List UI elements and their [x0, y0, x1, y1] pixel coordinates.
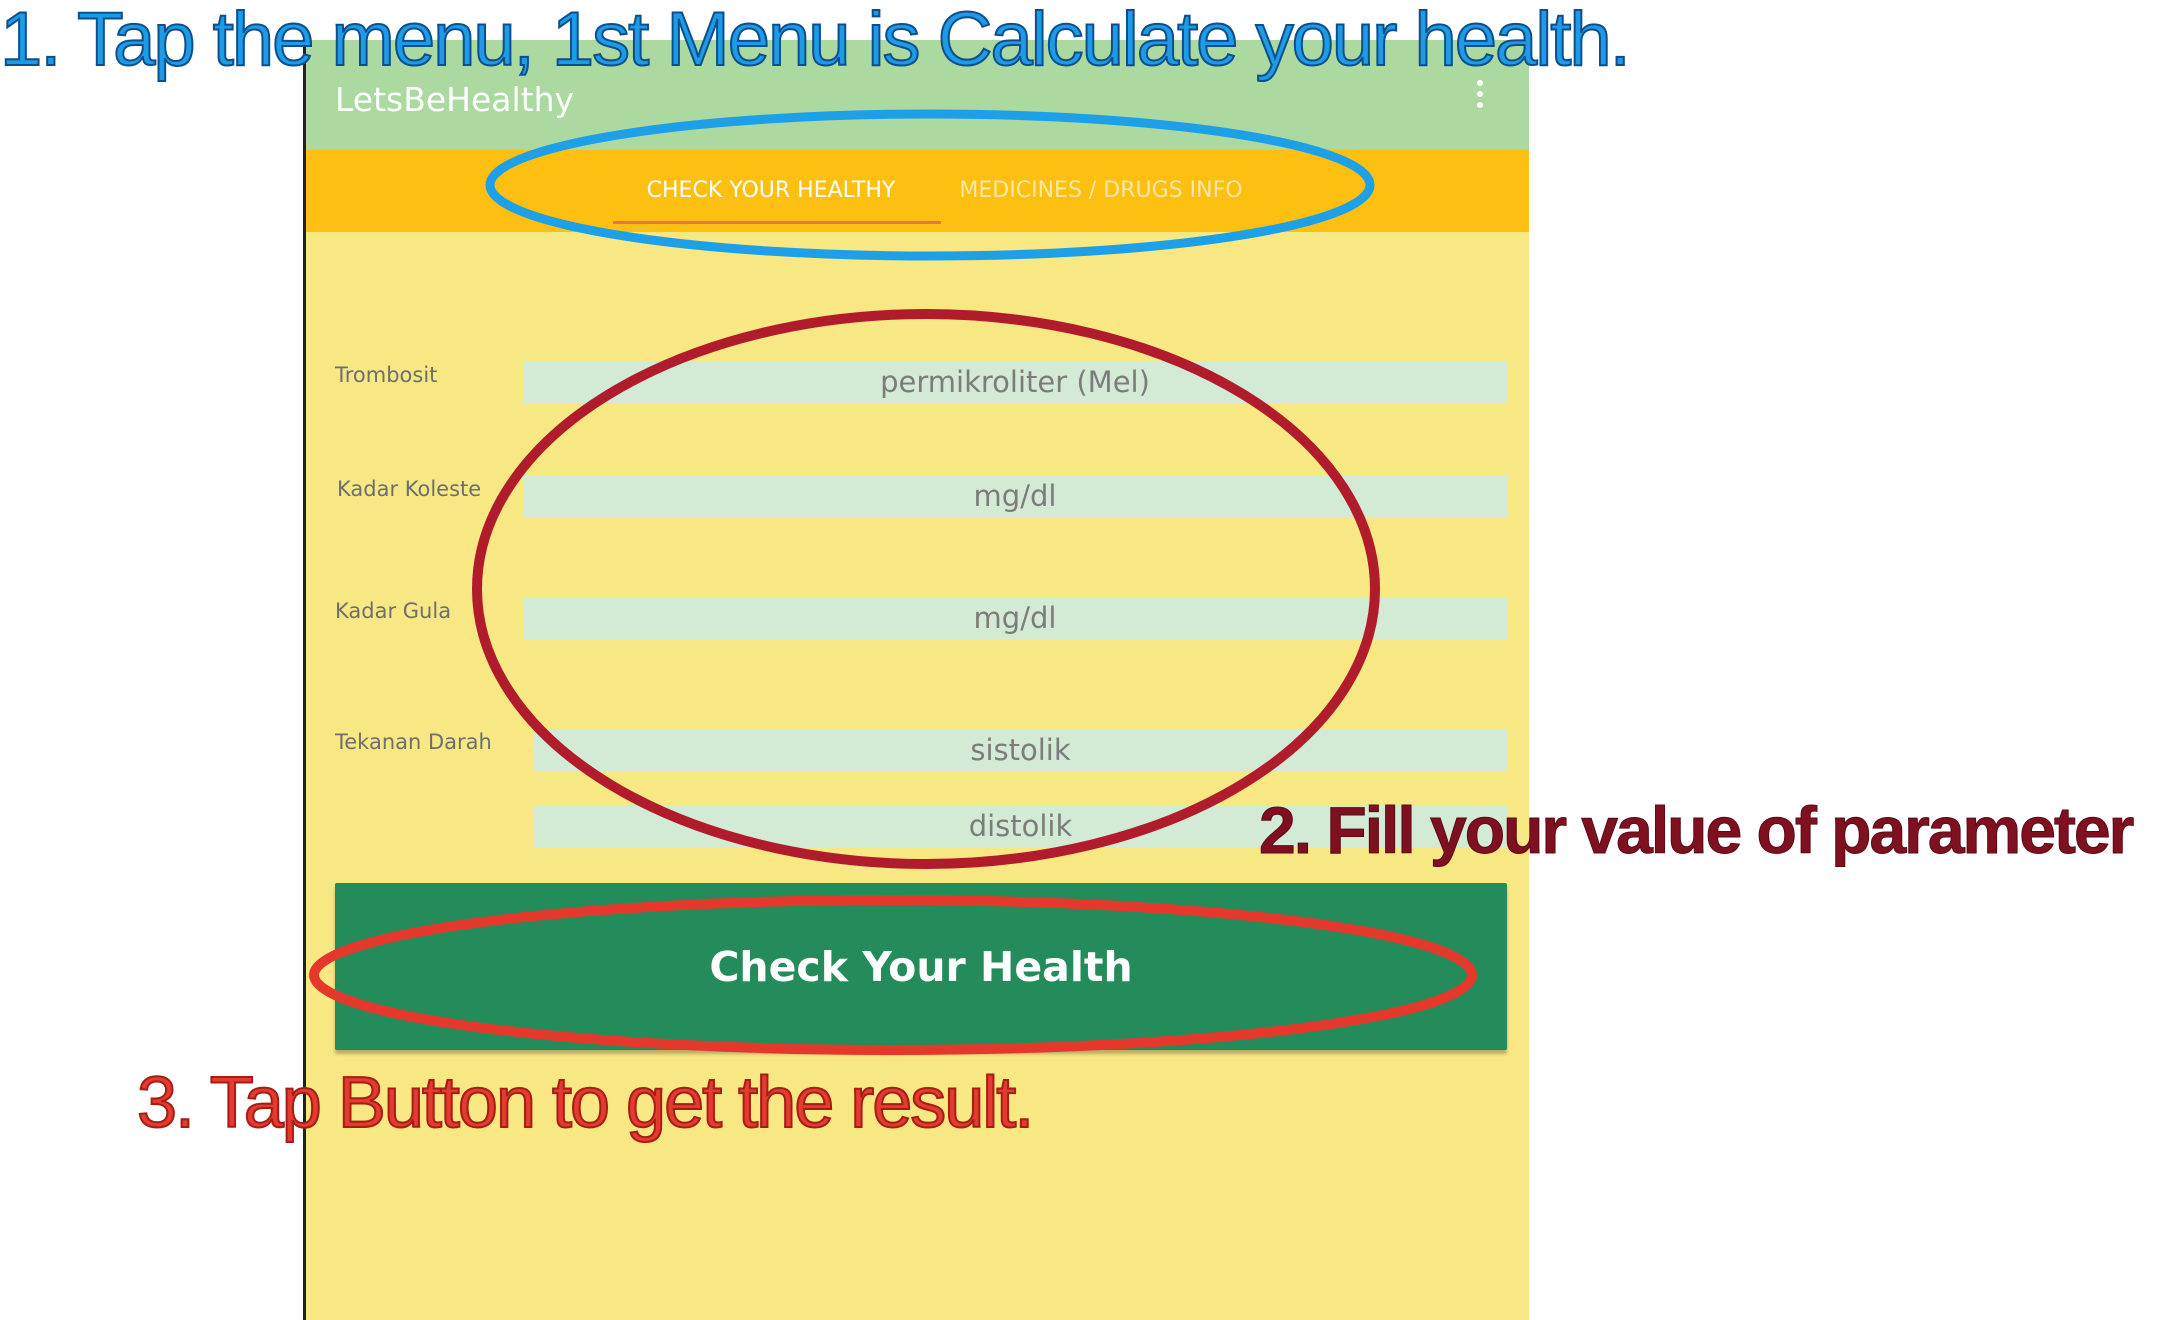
instruction-step-3: 3. Tap Button to get the result.: [136, 1062, 1035, 1144]
trombosit-label: Trombosit: [335, 363, 438, 387]
gula-label: Kadar Gula: [335, 599, 452, 623]
kolesterol-input[interactable]: [523, 475, 1507, 517]
kolesterol-label: Kadar Koleste: [337, 477, 482, 501]
tekanan-darah-label: Tekanan Darah: [335, 730, 492, 754]
trombosit-input[interactable]: [523, 361, 1507, 403]
check-your-health-button[interactable]: Check Your Health: [335, 883, 1507, 1050]
app-title: LetsBeHealthy: [335, 80, 575, 119]
instruction-step-1: 1. Tap the menu, 1st Menu is Calculate y…: [0, 0, 1632, 83]
overflow-menu-icon[interactable]: [1472, 80, 1488, 114]
sistolik-input[interactable]: [534, 729, 1507, 771]
tab-check-your-healthy[interactable]: CHECK YOUR HEALTHY: [601, 150, 941, 232]
tab-bar: CHECK YOUR HEALTHY MEDICINES / DRUGS INF…: [306, 150, 1529, 232]
gula-input[interactable]: [523, 597, 1507, 639]
tab-medicines-drugs-info[interactable]: MEDICINES / DRUGS INFO: [941, 150, 1261, 232]
instruction-step-2: 2. Fill your value of parameter: [1258, 793, 2134, 868]
